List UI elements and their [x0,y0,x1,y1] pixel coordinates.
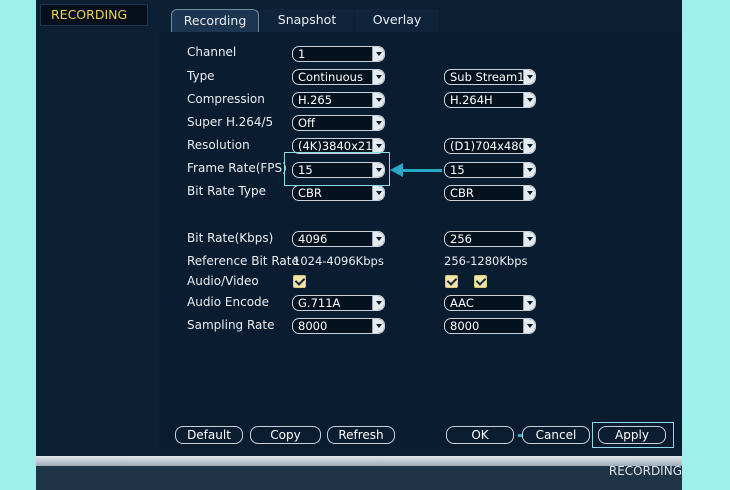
chevron-down-icon [372,47,384,61]
chevron-down-icon [372,93,384,107]
sampling-rate-select[interactable]: 8000 [292,318,385,334]
sub-bit-rate-type-value: CBR [450,186,474,200]
status-bar: RECORDING [36,456,682,490]
chevron-down-icon [523,319,535,333]
chevron-down-icon [372,296,384,310]
chevron-down-icon [523,232,535,246]
type-label: Type [187,69,215,83]
sub-frame-rate-select[interactable]: 15 [444,162,536,178]
sub-audio-checkbox[interactable] [445,275,458,288]
refresh-button[interactable]: Refresh [327,426,395,444]
chevron-down-icon [523,93,535,107]
sub-type-select[interactable]: Sub Stream1 [444,69,536,85]
chevron-down-icon [523,186,535,200]
chevron-down-icon [372,186,384,200]
sub-type-value: Sub Stream1 [450,70,525,84]
copy-button[interactable]: Copy [250,426,321,444]
chevron-down-icon [523,70,535,84]
apply-button[interactable]: Apply [598,426,666,444]
sub-bit-rate-select[interactable]: 256 [444,231,536,247]
status-text: RECORDING [608,464,682,478]
audio-encode-value: G.711A [298,296,341,310]
sub-compression-select[interactable]: H.264H [444,92,536,108]
cancel-button[interactable]: Cancel [522,426,590,444]
sub-bit-rate-type-select[interactable]: CBR [444,185,536,201]
reference-bit-rate-value: 1024-4096Kbps [293,254,384,268]
audio-video-checkbox[interactable] [293,275,306,288]
type-select[interactable]: Continuous [292,69,385,85]
audio-video-label: Audio/Video [187,274,259,288]
sub-resolution-select[interactable]: (D1)704x480 [444,138,536,154]
reference-bit-rate-label: Reference Bit Rate [187,254,299,268]
audio-encode-select[interactable]: G.711A [292,295,385,311]
sub-bit-rate-value: 256 [450,232,472,246]
arrow-left-icon [390,163,403,177]
frame-rate-label: Frame Rate(FPS) [187,161,287,175]
sub-sampling-rate-select[interactable]: 8000 [444,318,536,334]
bit-rate-select[interactable]: 4096 [292,231,385,247]
chevron-down-icon [372,70,384,84]
frame-rate-arrow-line [402,169,442,172]
status-bar-strip [36,456,682,466]
channel-label: Channel [187,45,237,59]
sub-compression-value: H.264H [450,93,493,107]
chevron-down-icon [372,319,384,333]
channel-select[interactable]: 1 [292,46,385,62]
sub-frame-rate-value: 15 [450,163,465,177]
tab-snapshot[interactable]: Snapshot [260,9,354,32]
audio-encode-label: Audio Encode [187,295,270,309]
compression-value: H.265 [298,93,333,107]
bit-rate-value: 4096 [298,232,328,246]
channel-value: 1 [298,47,306,61]
chevron-down-icon [372,232,384,246]
chevron-down-icon [523,163,535,177]
sub-sampling-rate-value: 8000 [450,319,480,333]
default-button[interactable]: Default [175,426,243,444]
sampling-rate-value: 8000 [298,319,328,333]
sub-resolution-value: (D1)704x480 [450,139,526,153]
sampling-rate-label: Sampling Rate [187,318,275,332]
sub-video-checkbox[interactable] [474,275,487,288]
window-title: RECORDING [40,4,148,26]
sub-reference-bit-rate-value: 256-1280Kbps [444,254,528,268]
bit-rate-label: Bit Rate(Kbps) [187,231,274,245]
chevron-down-icon [523,296,535,310]
sub-audio-encode-value: AAC [450,296,474,310]
ok-button[interactable]: OK [446,426,514,444]
type-value: Continuous [298,70,363,84]
tab-recording[interactable]: Recording [171,9,259,32]
frame-rate-highlight-box [284,152,390,186]
sub-audio-encode-select[interactable]: AAC [444,295,536,311]
bit-rate-type-label: Bit Rate Type [187,184,266,198]
super-codec-value: Off [298,116,315,130]
super-codec-label: Super H.264/5 [187,115,274,129]
compression-label: Compression [187,92,265,106]
bit-rate-type-select[interactable]: CBR [292,185,385,201]
chevron-down-icon [372,139,384,153]
chevron-down-icon [372,116,384,130]
bit-rate-type-value: CBR [298,186,322,200]
super-codec-select[interactable]: Off [292,115,385,131]
resolution-label: Resolution [187,138,250,152]
compression-select[interactable]: H.265 [292,92,385,108]
chevron-down-icon [523,139,535,153]
tab-overlay[interactable]: Overlay [355,9,439,32]
recording-window: RECORDING Recording Snapshot Overlay Cha… [36,0,682,490]
